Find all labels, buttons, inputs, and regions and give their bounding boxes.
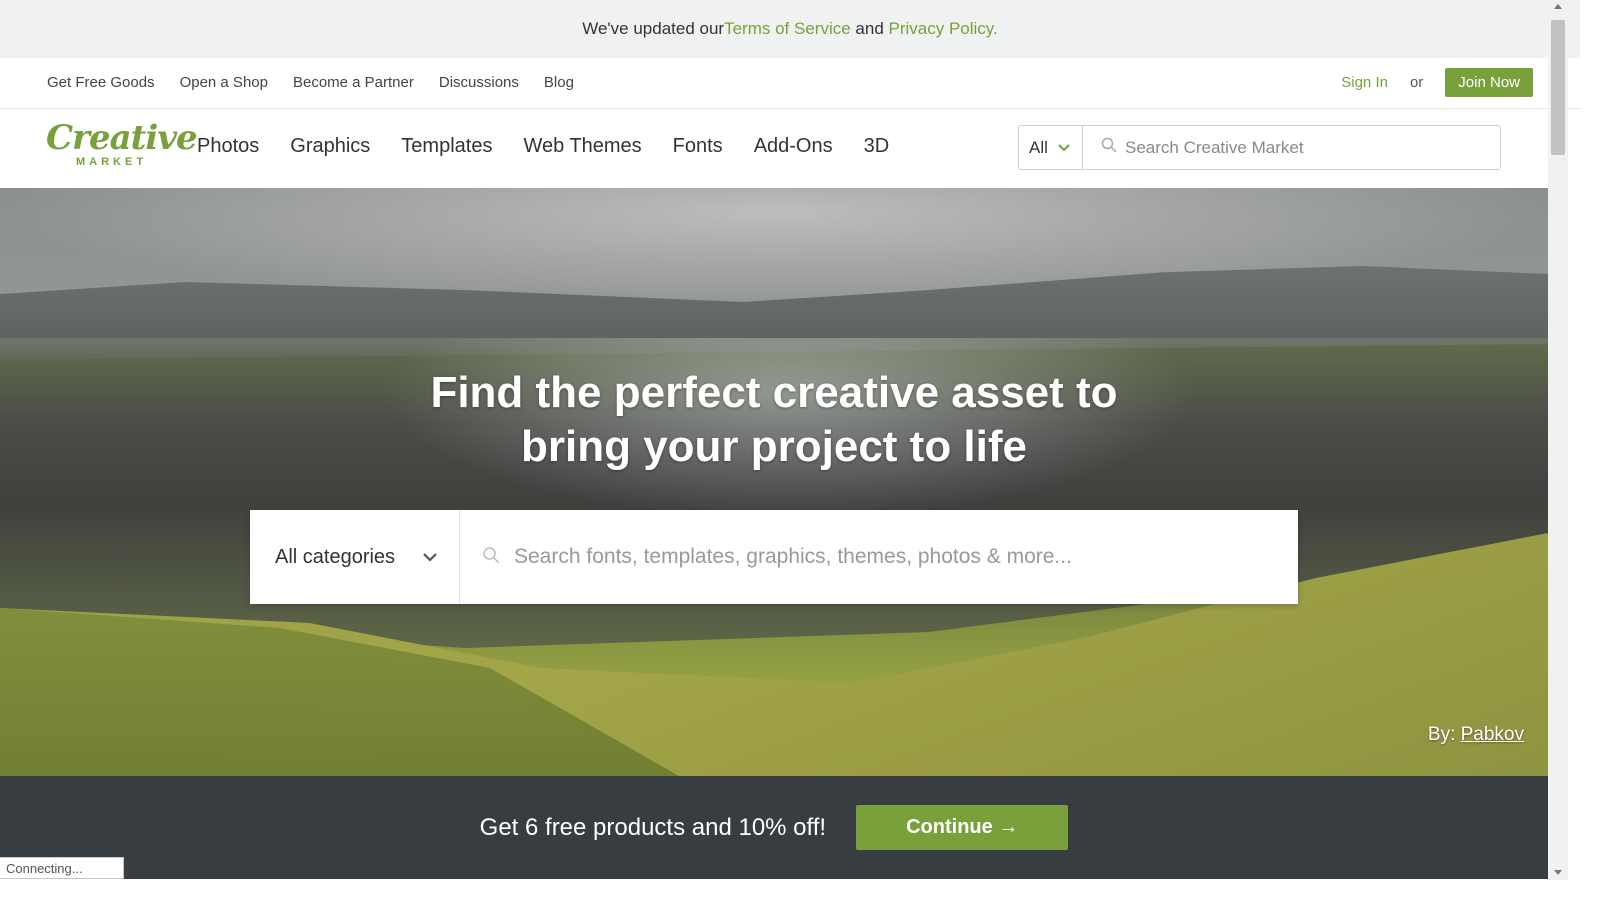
window-bottom-edge [0,880,1600,900]
nav-fonts[interactable]: Fonts [673,135,723,158]
search-category-select[interactable]: All [1019,126,1083,169]
notice-prefix: We've updated our [582,19,725,38]
logo-wordmark: Creative [46,118,198,158]
hero-banner: Find the perfect creative asset to bring… [0,188,1548,776]
nav-add-ons[interactable]: Add-Ons [754,135,833,158]
notice-and: and [850,19,889,38]
hero-headline-line1: Find the perfect creative asset to [430,368,1118,417]
chevron-down-icon [423,549,437,565]
search-category-value: All [1029,137,1048,157]
search-icon [1101,137,1117,158]
join-now-button[interactable]: Join Now [1445,68,1533,97]
util-link-open-shop[interactable]: Open a Shop [180,74,268,91]
photo-credit-link[interactable]: Pabkov [1461,724,1524,745]
sign-in-link[interactable]: Sign In [1341,74,1388,91]
chevron-down-icon [1058,141,1070,155]
hero-category-value: All categories [275,545,396,568]
scrollbar-thumb[interactable] [1551,20,1565,155]
hero-search-field [460,510,1298,604]
browser-status: Connecting... [0,857,124,879]
util-link-partner[interactable]: Become a Partner [293,74,414,91]
search-icon [482,546,500,569]
photo-credit: By: Pabkov [1428,724,1524,746]
nav-3d[interactable]: 3D [864,135,890,158]
util-link-blog[interactable]: Blog [544,74,574,91]
account-actions: Sign In or Join Now [1341,68,1533,97]
photo-credit-prefix: By: [1427,724,1461,745]
utility-links: Get Free Goods Open a Shop Become a Part… [47,74,574,91]
util-link-free-goods[interactable]: Get Free Goods [47,74,155,91]
header-search-field [1083,126,1500,169]
hero-headline-line2: bring your project to life [520,422,1028,471]
main-nav: Creative MARKET Photos Graphics Template… [0,110,1580,188]
notice-bar: We've updated our Terms of Service and P… [0,0,1580,58]
hero-search: All categories [250,510,1298,604]
utility-nav: Get Free Goods Open a Shop Become a Part… [0,58,1580,109]
creative-market-logo[interactable]: Creative MARKET [46,118,198,172]
nav-templates[interactable]: Templates [401,135,492,158]
terms-link[interactable]: Terms of Service [724,19,851,39]
nav-web-themes[interactable]: Web Themes [523,135,641,158]
util-link-discussions[interactable]: Discussions [439,74,519,91]
header-search-input[interactable] [1125,137,1485,158]
header-search: All [1018,125,1501,170]
continue-button[interactable]: Continue → [856,805,1069,850]
scroll-down-icon[interactable] [1554,870,1562,875]
promo-bar: Get 6 free products and 10% off! Continu… [0,776,1548,879]
hero-search-input[interactable] [514,545,1274,569]
or-label: or [1409,74,1424,91]
scroll-up-icon[interactable] [1554,4,1562,9]
page-scrollbar[interactable] [1548,0,1568,880]
privacy-link[interactable]: Privacy Policy. [889,19,998,39]
nav-graphics[interactable]: Graphics [290,135,370,158]
nav-photos[interactable]: Photos [197,135,259,158]
promo-text: Get 6 free products and 10% off! [479,813,827,841]
hero-category-select[interactable]: All categories [250,510,460,604]
hero-headline: Find the perfect creative asset to bring… [0,366,1548,474]
category-nav: Photos Graphics Templates Web Themes Fon… [197,135,889,158]
